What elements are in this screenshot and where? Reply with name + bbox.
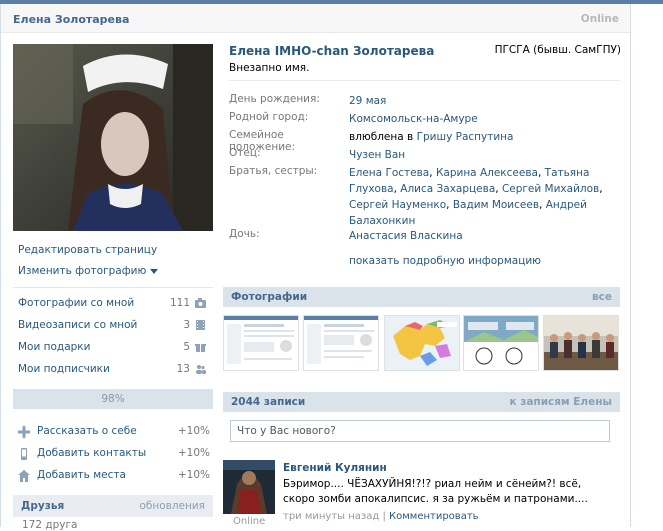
profile-full-name: Елена IMHO-chan Золотарева [229,44,435,58]
edit-page-link[interactable]: Редактировать страницу [18,244,157,256]
page-border-left [0,4,1,527]
friends-updates-link[interactable]: обновления [139,500,205,512]
people-icon [196,365,206,374]
hometown-link[interactable]: Комсомольск-на-Амуре [349,111,621,127]
sibling-link[interactable]: Сергей Науменко [349,199,446,211]
post-author-avatar[interactable] [223,460,275,514]
chevron-down-icon [150,268,159,274]
videos-with-me-link[interactable]: Видеозаписи со мной 3 [18,319,208,335]
header-name: Елена Золотарева [13,13,130,26]
friends-count[interactable]: 172 друга [22,519,77,531]
wall-count[interactable]: 2044 записи [231,396,305,408]
friends-title[interactable]: Друзья [21,500,64,512]
phone-icon [21,448,27,460]
daughter-link[interactable]: Анастасия Власкина [349,228,621,244]
plus-icon [18,426,30,438]
photo-thumbnail[interactable] [543,315,619,371]
post-meta: три минуты назад | Комментировать [283,511,479,522]
gift-icon [195,344,206,352]
university-link[interactable]: ПГСГА (бывш. СамГПУ) [495,44,621,56]
post-text: Бэримор.... ЧЁЗАХУЙНЯ!?!? риал нейм и сё… [283,478,588,505]
author-online-status: Online [233,516,266,527]
camera-icon [195,298,206,308]
sibling-link[interactable]: Вадим Моисеев [453,199,539,211]
online-status: Online [580,13,619,25]
house-icon [18,470,30,482]
change-photo-link[interactable]: Изменить фотографию [18,265,159,277]
sibling-link[interactable]: Сергей Михайлов [502,183,599,195]
siblings-list: Елена Гостева, Карина Алексеева, Татьяна… [349,167,603,227]
wall-post-box[interactable] [230,420,610,442]
comic-thumbnail-image [464,316,538,370]
sibling-link[interactable]: Елена Гостева [349,167,429,179]
add-places-link[interactable]: Добавить места +10% [18,469,210,485]
sibling-link[interactable]: Карина Алексеева [436,167,538,179]
father-link[interactable]: Чузен Ван [349,147,621,163]
tell-about-self-link[interactable]: Рассказать о себе +10% [18,425,210,441]
profile-photo[interactable] [13,44,213,231]
profile-completeness-bar: 98% [13,389,213,409]
photo-thumbnail[interactable] [384,315,460,371]
photo-thumbnail[interactable] [303,315,379,371]
add-contacts-link[interactable]: Добавить контакты +10% [18,447,210,463]
group-photo-thumbnail-image [544,316,618,370]
wall-post-input[interactable] [231,421,609,441]
photo-thumbnail[interactable] [223,315,299,371]
screenshot-thumbnail-image [304,316,378,370]
page-border-right [630,4,631,527]
divider [13,287,213,288]
photos-title[interactable]: Фотографии [231,291,307,303]
avatar-image [223,460,275,514]
post-comment-link[interactable]: Комментировать [389,511,479,522]
wall-section-header: 2044 записи к записям Елены [223,392,620,412]
post-time[interactable]: три минуты назад [283,511,379,522]
sibling-link[interactable]: Алиса Захарцева [400,183,495,195]
profile-photo-image [13,44,213,231]
divider [229,80,620,81]
birthday-link[interactable]: 29 мая [349,93,621,109]
photos-section-header: Фотографии все [223,287,620,307]
profile-header: Елена Золотарева Online [1,4,630,33]
my-subscribers-link[interactable]: Мои подписчики 13 [18,363,208,379]
show-more-info-link[interactable]: показать подробную информацию [349,255,541,267]
map-thumbnail-image [385,316,459,370]
profile-status[interactable]: Внезапно имя. [229,62,309,74]
film-icon [196,320,205,330]
photos-with-me-link[interactable]: Фотографии со мной 111 [18,297,208,313]
friends-section-header: Друзья обновления [13,495,213,517]
photo-thumbnail[interactable] [463,315,539,371]
screenshot-thumbnail-image [224,316,298,370]
post-author-name[interactable]: Евгений Кулянин [283,462,387,474]
photos-all-link[interactable]: все [592,291,612,303]
relationship-person-link[interactable]: Гришу Распутина [417,131,514,143]
my-gifts-link[interactable]: Мои подарки 5 [18,341,208,357]
wall-own-posts-link[interactable]: к записям Елены [509,396,612,408]
